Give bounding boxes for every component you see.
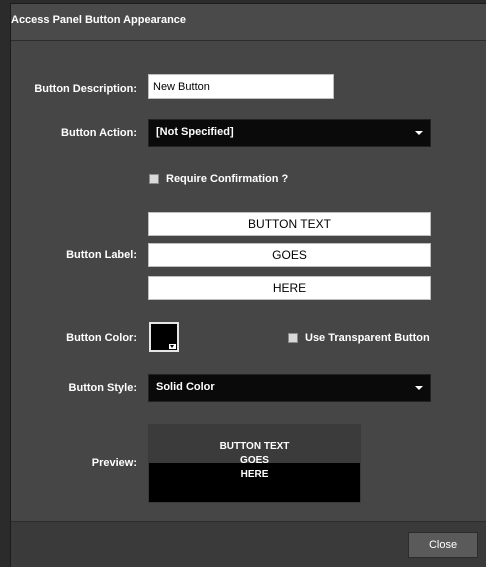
dialog-title: Access Panel Button Appearance — [11, 14, 187, 26]
button-preview: BUTTON TEXT GOES HERE — [148, 424, 361, 503]
action-label: Button Action: — [61, 127, 137, 139]
preview-line-3: HERE — [240, 469, 269, 480]
color-picker-icon — [169, 344, 176, 349]
preview-line-2: GOES — [240, 455, 269, 466]
chevron-down-icon — [415, 386, 423, 390]
label-line-2-input[interactable] — [148, 243, 431, 267]
action-select[interactable]: [Not Specified] — [148, 119, 431, 147]
require-confirmation-label: Require Confirmation ? — [166, 173, 289, 185]
label-line-1-input[interactable] — [148, 212, 431, 236]
dialog-titlebar: Access Panel Button Appearance — [11, 4, 486, 41]
dialog: Access Panel Button Appearance Button De… — [11, 4, 486, 567]
button-label-label: Button Label: — [66, 249, 137, 261]
dialog-footer: Close — [11, 522, 486, 567]
preview-line-1: BUTTON TEXT — [219, 441, 290, 452]
transparent-label: Use Transparent Button — [305, 332, 430, 344]
style-select[interactable]: Solid Color — [148, 374, 431, 402]
label-line-3-input[interactable] — [148, 276, 431, 300]
transparent-checkbox[interactable] — [288, 333, 298, 343]
color-label: Button Color: — [66, 332, 137, 344]
chevron-down-icon — [415, 131, 423, 135]
description-input[interactable] — [148, 74, 334, 99]
require-confirmation-checkbox[interactable] — [149, 174, 159, 184]
description-label: Button Description: — [34, 83, 137, 95]
action-select-value: [Not Specified] — [156, 126, 234, 138]
style-label: Button Style: — [68, 382, 137, 394]
style-select-value: Solid Color — [156, 381, 215, 393]
color-swatch[interactable] — [149, 322, 179, 352]
dialog-content: Button Description: Button Action: [Not … — [11, 41, 486, 522]
close-button[interactable]: Close — [408, 532, 478, 558]
preview-label: Preview: — [91, 457, 137, 469]
